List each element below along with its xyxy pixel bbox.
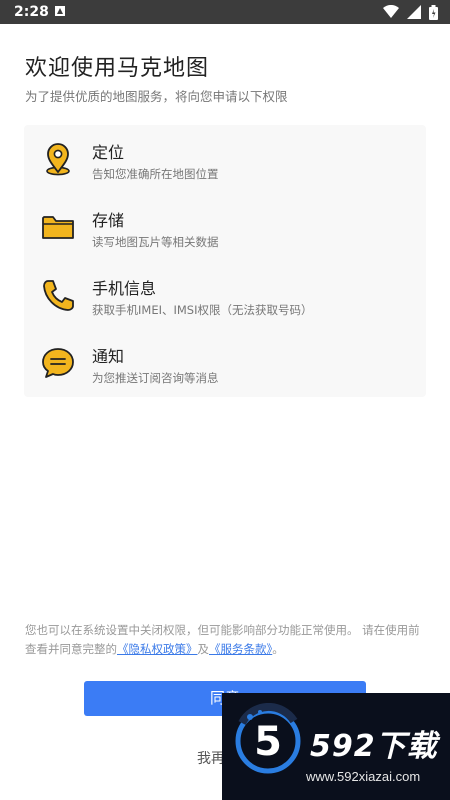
permission-title: 定位 — [92, 143, 125, 162]
permission-item-location: 定位 告知您准确所在地图位置 — [24, 125, 426, 193]
permission-item-storage: 存储 读写地图瓦片等相关数据 — [24, 193, 426, 261]
folder-icon — [42, 216, 74, 239]
page-title: 欢迎使用马克地图 — [25, 56, 210, 81]
watermark-logo-icon: 5 — [235, 703, 301, 774]
permission-desc: 读写地图瓦片等相关数据 — [92, 235, 219, 249]
permission-notice: 您也可以在系统设置中关闭权限，但可能影响部分功能正常使用。 请在使用前查看并同意… — [25, 621, 427, 659]
notice-joiner: 及 — [197, 642, 210, 656]
permission-title: 手机信息 — [92, 279, 157, 298]
chat-bubble-icon — [42, 348, 74, 378]
permission-title: 存储 — [92, 211, 125, 230]
permission-desc: 为您推送订阅咨询等消息 — [92, 371, 219, 385]
permission-title: 通知 — [92, 347, 125, 366]
permission-desc: 告知您准确所在地图位置 — [92, 167, 219, 181]
location-pin-icon — [46, 143, 70, 176]
watermark-url: www.592xiazai.com — [306, 769, 421, 784]
signal-icon — [407, 5, 421, 19]
battery-icon — [429, 4, 438, 20]
status-time: 2:28 — [14, 4, 49, 20]
permission-item-phone-info: 手机信息 获取手机IMEI、IMSI权限（无法获取号码） — [24, 261, 426, 329]
permission-desc: 获取手机IMEI、IMSI权限（无法获取号码） — [92, 303, 313, 317]
svg-text:5: 5 — [254, 719, 282, 765]
watermark-brand: 592下载 — [310, 729, 438, 764]
terms-of-service-link[interactable]: 《服务条款》 — [209, 642, 272, 656]
phone-icon — [43, 280, 74, 311]
notification-icon — [55, 6, 65, 16]
wifi-icon — [383, 5, 399, 18]
notice-end: 。 — [272, 642, 284, 656]
page-subtitle: 为了提供优质的地图服务，将向您申请以下权限 — [25, 89, 288, 104]
permission-list: 定位 告知您准确所在地图位置 存储 读写地图瓦片等相关数据 手机信息 获取手机I… — [24, 125, 426, 397]
privacy-policy-link[interactable]: 《隐私权政策》 — [117, 642, 198, 656]
status-bar: 2:28 — [0, 0, 450, 24]
watermark: 5 592下载 www.592xiazai.com — [222, 693, 450, 800]
permission-item-notification: 通知 为您推送订阅咨询等消息 — [24, 329, 426, 397]
